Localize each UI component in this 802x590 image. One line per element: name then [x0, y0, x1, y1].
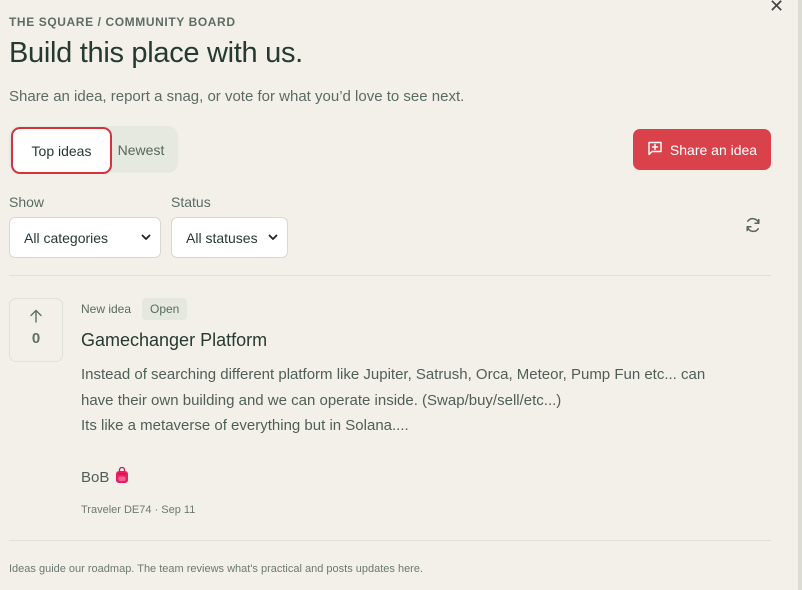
idea-body-line: have their own building and we can opera…	[81, 392, 562, 409]
status-badge: Open	[142, 298, 188, 320]
category-select[interactable]: All categories	[9, 217, 161, 258]
community-board-panel: ✕ THE SQUARE / COMMUNITY BOARD Build thi…	[0, 0, 798, 590]
upvote-button[interactable]: 0	[9, 298, 63, 362]
chevron-down-icon	[267, 230, 279, 247]
idea-title[interactable]: Gamechanger Platform	[81, 330, 267, 351]
window-edge	[798, 0, 802, 590]
footer-note: Ideas guide our roadmap. The team review…	[9, 563, 424, 575]
vote-count: 0	[31, 330, 41, 347]
page-title: Build this place with us.	[9, 37, 303, 69]
idea-author: Traveler DE74 · Sep 11	[81, 504, 196, 516]
close-icon[interactable]: ✕	[769, 0, 784, 16]
share-idea-label: Share an idea	[669, 141, 758, 158]
refresh-icon[interactable]	[743, 215, 763, 235]
sort-tabs: Top ideas Newest	[9, 126, 178, 174]
signature-text: BoB	[81, 469, 110, 486]
backpack-icon	[115, 466, 129, 488]
divider	[9, 540, 771, 541]
plus-square-icon	[647, 141, 663, 159]
category-select-value: All categories	[24, 229, 109, 246]
idea-category-tag: New idea	[81, 302, 132, 316]
idea-signature: BoB	[81, 466, 129, 488]
divider	[9, 275, 771, 276]
status-filter-label: Status	[171, 194, 211, 210]
status-select[interactable]: All statuses	[171, 217, 288, 258]
idea-body-line: Its like a metaverse of everything but i…	[81, 417, 409, 434]
show-filter-label: Show	[9, 194, 45, 210]
status-select-value: All statuses	[186, 229, 258, 246]
page-subtitle: Share an idea, report a snag, or vote fo…	[9, 88, 465, 105]
tab-top-ideas[interactable]: Top ideas	[11, 127, 112, 174]
chevron-down-icon	[140, 230, 152, 247]
idea-body-line: Instead of searching different platform …	[81, 366, 706, 383]
share-idea-button[interactable]: Share an idea	[633, 129, 771, 170]
breadcrumb: THE SQUARE / COMMUNITY BOARD	[9, 15, 236, 29]
arrow-up-icon	[28, 308, 44, 329]
tab-newest[interactable]: Newest	[111, 126, 171, 173]
